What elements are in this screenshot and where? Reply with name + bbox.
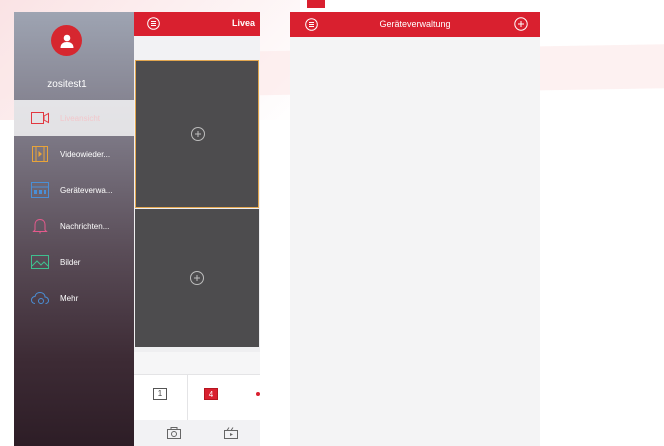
nav-item-liveansicht[interactable]: Liveansicht	[14, 100, 134, 136]
add-device-icon[interactable]	[514, 17, 528, 36]
top-marker	[307, 0, 325, 8]
side-drawer: zositest1 Liveansicht Videowieder... Ger…	[14, 12, 134, 446]
live-view-screen: zositest1 Liveansicht Videowieder... Ger…	[14, 12, 260, 446]
add-camera-icon[interactable]	[190, 126, 206, 142]
nav-item-bilder[interactable]: Bilder	[14, 244, 134, 280]
nav-item-label: Nachrichten...	[60, 221, 110, 231]
cloud-settings-icon	[31, 290, 49, 306]
live-view-header: Livea	[134, 12, 260, 36]
live-toolbar	[134, 420, 260, 446]
menu-icon[interactable]	[147, 17, 160, 35]
device-icon	[31, 182, 49, 198]
layout-divider	[187, 375, 188, 421]
layout-one-button[interactable]: 1	[153, 388, 167, 400]
drawer-nav: Liveansicht Videowieder... Geräteverwa..…	[14, 100, 134, 316]
snapshot-icon[interactable]	[167, 426, 181, 444]
nav-item-label: Videowieder...	[60, 149, 111, 159]
nav-item-geraeteverwaltung[interactable]: Geräteverwa...	[14, 172, 134, 208]
image-icon	[31, 254, 49, 270]
film-icon	[31, 146, 49, 162]
video-tile[interactable]	[135, 60, 259, 208]
layout-bar: 1 4	[134, 374, 260, 421]
add-camera-icon[interactable]	[189, 270, 205, 286]
nav-item-label: Mehr	[60, 293, 79, 303]
avatar[interactable]	[51, 25, 82, 56]
bell-icon	[31, 218, 49, 234]
screenshot-stage: zositest1 Liveansicht Videowieder... Ger…	[0, 0, 664, 446]
username: zositest1	[47, 79, 87, 90]
nav-item-mehr[interactable]: Mehr	[14, 280, 134, 316]
live-view-title: Livea	[232, 18, 256, 28]
layout-four-button[interactable]: 4	[204, 388, 218, 400]
nav-item-label: Liveansicht	[60, 113, 101, 123]
record-icon[interactable]	[224, 426, 238, 444]
nav-item-label: Bilder	[60, 257, 81, 267]
video-tile[interactable]	[135, 209, 259, 347]
camera-icon	[31, 110, 49, 126]
live-subbar	[134, 36, 260, 60]
device-management-screen: Geräteverwaltung	[290, 12, 540, 446]
live-info-strip	[134, 352, 260, 374]
nav-item-label: Geräteverwa...	[60, 185, 113, 195]
nav-item-videowiedergabe[interactable]: Videowieder...	[14, 136, 134, 172]
nav-item-nachrichten[interactable]: Nachrichten...	[14, 208, 134, 244]
page-indicator	[256, 392, 260, 396]
user-icon	[60, 34, 73, 48]
device-management-header: Geräteverwaltung	[290, 12, 540, 37]
live-view-panel: Livea 1 4	[134, 12, 260, 446]
page-title: Geräteverwaltung	[379, 19, 451, 29]
